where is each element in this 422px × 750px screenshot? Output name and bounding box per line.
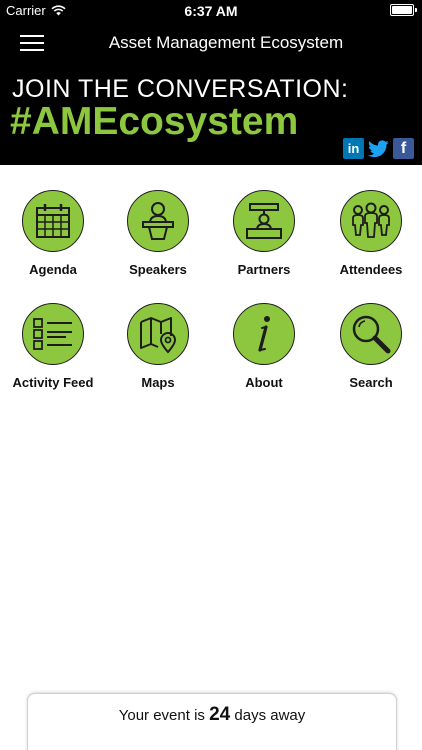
speakers-circle xyxy=(127,190,189,252)
partner-booth-icon xyxy=(246,203,282,239)
about-circle xyxy=(233,303,295,365)
social-links: in f xyxy=(343,138,414,159)
list-icon xyxy=(33,318,72,350)
search-circle xyxy=(340,303,402,365)
conversation-banner: JOIN THE CONVERSATION: #AMEcosystem in f xyxy=(0,66,422,165)
hamburger-menu-icon[interactable] xyxy=(20,35,44,51)
menu-item-label: Attendees xyxy=(339,262,403,277)
menu-item-partners[interactable]: Partners xyxy=(211,190,317,277)
menu-item-label: Maps xyxy=(141,375,175,390)
menu-item-attendees[interactable]: Attendees xyxy=(318,190,422,277)
maps-circle xyxy=(127,303,189,365)
app-screen: Carrier 6:37 AM Asset Management Ecosyst… xyxy=(0,0,422,750)
linkedin-icon[interactable]: in xyxy=(343,138,364,159)
countdown-suffix: days away xyxy=(234,707,306,724)
menu-item-label: Agenda xyxy=(29,262,77,277)
event-countdown-card: Your event is 24 days away xyxy=(27,693,397,750)
twitter-bird-icon xyxy=(368,139,389,157)
battery-icon xyxy=(390,4,417,16)
partners-circle xyxy=(233,190,295,252)
countdown-days: 24 xyxy=(209,704,231,725)
countdown-prefix: Your event is xyxy=(118,707,205,724)
agenda-circle xyxy=(22,190,84,252)
banner-hashtag: #AMEcosystem xyxy=(10,100,299,143)
speaker-podium-icon xyxy=(142,202,174,240)
status-time: 6:37 AM xyxy=(184,3,238,19)
facebook-icon[interactable]: f xyxy=(393,138,414,159)
attendees-circle xyxy=(340,190,402,252)
info-icon xyxy=(258,316,270,352)
people-group-icon xyxy=(352,202,390,238)
map-pin-icon xyxy=(140,317,177,354)
facebook-label: f xyxy=(400,139,407,157)
page-title: Asset Management Ecosystem xyxy=(108,33,344,52)
calendar-icon xyxy=(36,204,70,238)
menu-item-label: Speakers xyxy=(129,262,187,277)
menu-item-speakers[interactable]: Speakers xyxy=(105,190,211,277)
menu-item-about[interactable]: About xyxy=(211,303,317,390)
menu-item-label: Activity Feed xyxy=(12,375,94,390)
menu-item-label: Search xyxy=(349,375,393,390)
activity-feed-circle xyxy=(22,303,84,365)
menu-item-search[interactable]: Search xyxy=(318,303,422,390)
countdown-text: Your event is 24 days away xyxy=(28,704,396,726)
menu-item-maps[interactable]: Maps xyxy=(105,303,211,390)
twitter-icon[interactable] xyxy=(368,138,389,159)
menu-item-label: About xyxy=(245,375,283,390)
linkedin-label: in xyxy=(347,141,360,156)
magnifier-icon xyxy=(352,315,391,354)
menu-item-agenda[interactable]: Agenda xyxy=(0,190,106,277)
top-bar: Carrier 6:37 AM Asset Management Ecosyst… xyxy=(0,0,422,66)
menu-item-label: Partners xyxy=(237,262,291,277)
menu-item-activity-feed[interactable]: Activity Feed xyxy=(0,303,106,390)
